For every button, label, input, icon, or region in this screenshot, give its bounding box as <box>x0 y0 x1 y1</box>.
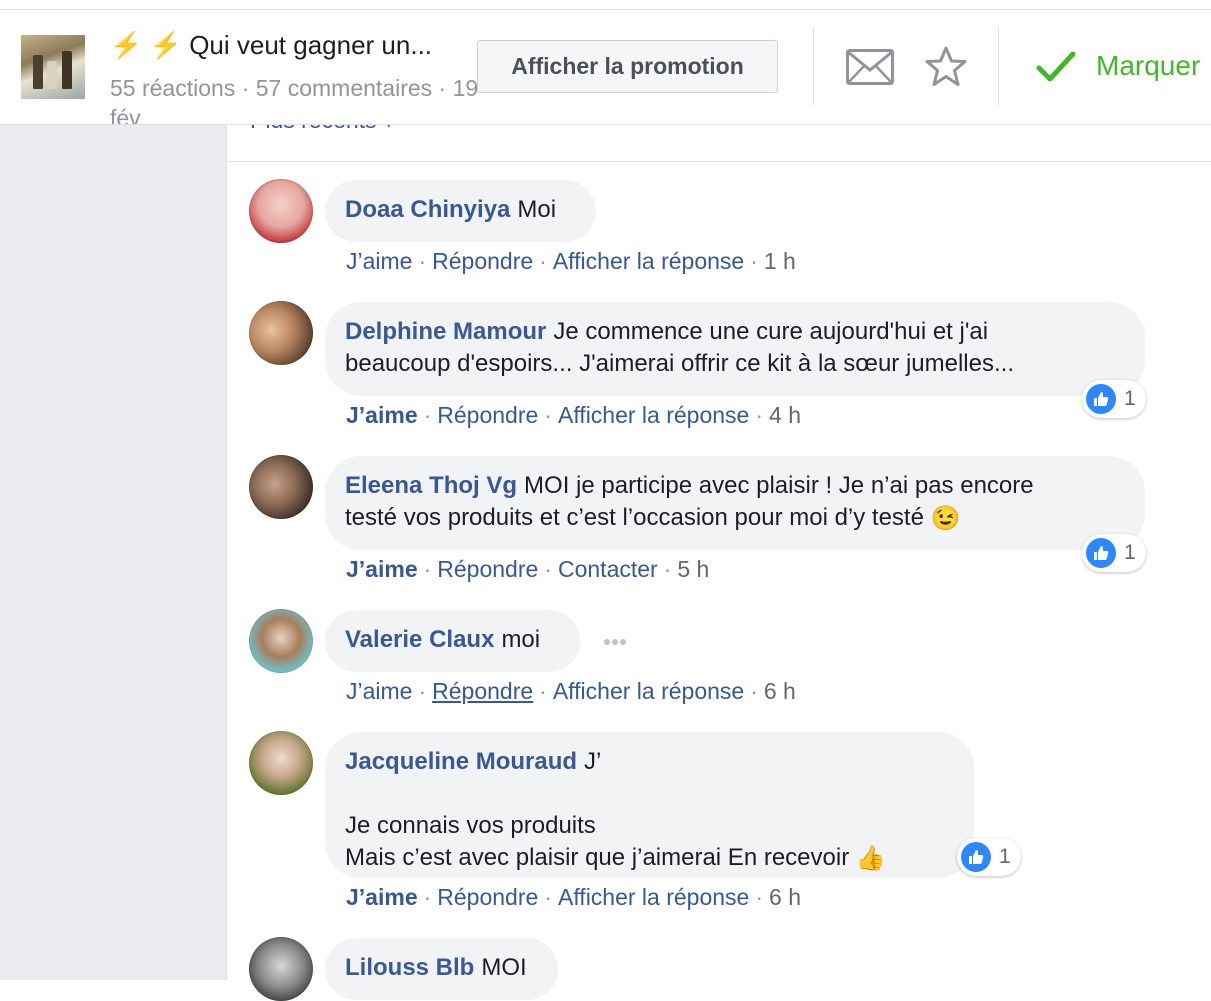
reaction-number: 1 <box>1124 387 1136 410</box>
like-link[interactable]: J’aime <box>346 678 412 704</box>
thumbs-up-icon <box>961 842 991 872</box>
avatar[interactable] <box>249 731 313 795</box>
reply-link[interactable]: Répondre <box>437 402 538 428</box>
like-link[interactable]: J’aime <box>346 884 418 910</box>
like-link[interactable]: J’aime <box>346 556 418 582</box>
comment-text: moi <box>501 626 541 653</box>
comment-text: MOI <box>481 954 527 981</box>
comment-timestamp[interactable]: 4 h <box>769 402 801 428</box>
comment-actions: J’aime · Répondre · Afficher la réponse · 1 h <box>346 248 796 274</box>
avatar[interactable] <box>249 455 313 519</box>
envelope-icon[interactable] <box>846 49 894 85</box>
comment-timestamp[interactable]: 6 h <box>764 678 796 704</box>
comment-actions: J’aime · Répondre · Afficher la réponse · 6 h <box>346 678 796 704</box>
comment-author[interactable]: Valerie Claux <box>345 626 494 653</box>
comment-bubble: Jacqueline Mouraud J’ Je connais vos prod… <box>325 732 974 878</box>
reaction-number: 1 <box>999 845 1011 868</box>
left-gutter <box>0 124 226 980</box>
divider <box>813 28 814 106</box>
checkmark-icon[interactable] <box>1036 50 1076 84</box>
show-reply-link[interactable]: Afficher la réponse <box>553 248 744 274</box>
comment-author[interactable]: Lilouss Blb <box>345 954 474 981</box>
thumbs-up-icon <box>1086 538 1116 568</box>
comment-actions: J’aime · Répondre · Afficher la réponse · 4 h <box>346 402 801 428</box>
comment-timestamp[interactable]: 1 h <box>764 248 796 274</box>
like-link[interactable]: J’aime <box>346 402 418 428</box>
comment-bubble: Lilouss Blb MOI <box>325 938 558 1000</box>
show-promotion-button[interactable]: Afficher la promotion <box>477 40 778 93</box>
comment-actions: J’aime · Répondre · Contacter · 5 h <box>346 556 710 582</box>
comment-bubble: Eleena Thoj Vg MOI je participe avec plai… <box>325 456 1145 550</box>
comment-text: Moi <box>517 196 557 223</box>
star-icon[interactable] <box>924 46 968 88</box>
reaction-count[interactable]: 1 <box>957 838 1021 876</box>
divider <box>998 28 999 106</box>
comment-timestamp[interactable]: 6 h <box>769 884 801 910</box>
comment-author[interactable]: Eleena Thoj Vg <box>345 472 517 499</box>
show-reply-link[interactable]: Afficher la réponse <box>558 884 749 910</box>
avatar[interactable] <box>249 179 313 243</box>
comment-bubble: Valerie Claux moi <box>325 610 580 672</box>
comment-bubble: Doaa Chinyiya Moi <box>325 180 596 242</box>
comment-author[interactable]: Delphine Mamour <box>345 318 546 345</box>
avatar[interactable] <box>249 301 313 365</box>
reply-link[interactable]: Répondre <box>437 884 538 910</box>
contact-link[interactable]: Contacter <box>558 556 658 582</box>
reply-link[interactable]: Répondre <box>432 248 533 274</box>
thumbs-up-icon <box>1086 384 1116 414</box>
show-reply-link[interactable]: Afficher la réponse <box>553 678 744 704</box>
reply-link[interactable]: Répondre <box>437 556 538 582</box>
reply-link[interactable]: Répondre <box>432 678 533 704</box>
thumbs-up-emoji: 👍 <box>855 844 886 872</box>
like-link[interactable]: J’aime <box>346 248 412 274</box>
post-meta: 55 réactions · 57 commentaires · 19 fév <box>110 75 479 125</box>
post-thumbnail[interactable] <box>21 35 85 99</box>
comment-timestamp[interactable]: 5 h <box>677 556 709 582</box>
post-title[interactable]: ⚡ ⚡ Qui veut gagner un... <box>110 30 432 61</box>
divider <box>226 161 1211 162</box>
comment-author[interactable]: Jacqueline Mouraud <box>345 748 577 775</box>
avatar[interactable] <box>249 609 313 673</box>
reaction-count[interactable]: 1 <box>1082 380 1146 418</box>
winking-face-emoji: 😉 <box>930 504 961 532</box>
avatar[interactable] <box>249 937 313 1001</box>
show-reply-link[interactable]: Afficher la réponse <box>558 402 749 428</box>
reaction-number: 1 <box>1124 541 1136 564</box>
comment-bubble: Delphine Mamour Je commence une cure aujo… <box>325 302 1145 396</box>
comment-author[interactable]: Doaa Chinyiya <box>345 196 510 223</box>
mark-button[interactable]: Marquer <box>1096 50 1200 82</box>
more-options-icon[interactable] <box>604 632 630 650</box>
comment-actions: J’aime · Répondre · Afficher la réponse · 6 h <box>346 884 801 910</box>
reaction-count[interactable]: 1 <box>1082 534 1146 572</box>
top-divider <box>0 9 1211 10</box>
post-header-bar: ⚡ ⚡ Qui veut gagner un... 55 réactions ·… <box>0 0 1211 125</box>
